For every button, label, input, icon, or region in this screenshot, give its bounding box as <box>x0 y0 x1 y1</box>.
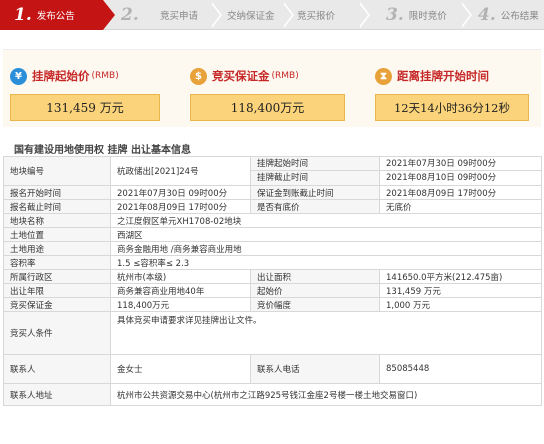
table-row: 报名开始时间 2021年07月30日 09时00分 保证金到账截止时间 2021… <box>3 185 542 200</box>
table-row: 竞买保证金 118,400万元 竞价幅度 1,000 万元 <box>3 297 542 312</box>
countdown-box: ⧗ 距离挂牌开始时间 12天14小时36分12秒 <box>375 67 529 121</box>
deposit-deadline-label: 保证金到账截止时间 <box>250 185 380 200</box>
step-number: 4. <box>478 5 496 25</box>
step-quote[interactable]: 竞买报价 <box>297 0 335 30</box>
table-row: 地块名称 之江度假区单元XH1708-02地块 <box>3 213 542 228</box>
apply-end-value: 2021年08月09日 17时00分 <box>110 199 251 214</box>
countdown-title: 距离挂牌开始时间 <box>397 69 489 83</box>
section-title: 国有建设用地使用权 挂牌 出让基本信息 <box>14 145 191 156</box>
listing-start-label: 挂牌起始时间 <box>251 158 379 171</box>
table-row: 所属行政区 杭州市(本级) 出让面积 141650.0平方米(212.475亩) <box>3 269 542 284</box>
reserve-label: 是否有底价 <box>250 199 380 214</box>
table-row: 联系人 金女士 联系人电话 85085448 <box>3 354 542 384</box>
step-separator <box>210 2 226 28</box>
money-bag-icon: $ <box>190 67 207 85</box>
start-price-cell: 131,459 万元 <box>379 283 542 298</box>
step-number: 2. <box>121 5 139 25</box>
district-label: 所属行政区 <box>3 269 111 284</box>
deposit-value: 118,400万元 <box>190 94 345 121</box>
step-result[interactable]: 4. 公布结果 <box>478 0 539 30</box>
term-label: 出让年限 <box>3 283 111 298</box>
start-price-box: ¥ 挂牌起始价 (RMB) 131,459 万元 <box>10 67 160 121</box>
parcel-no-label: 地块编号 <box>3 156 111 186</box>
countdown-value: 12天14小时36分12秒 <box>375 94 529 121</box>
step-label: 竞买报价 <box>297 11 336 22</box>
key-info-panel: ¥ 挂牌起始价 (RMB) 131,459 万元 $ 竞买保证金 (RMB) 1… <box>3 49 541 127</box>
reserve-value: 无底价 <box>379 199 542 214</box>
listing-start-value: 2021年07月30日 09时00分 <box>380 158 541 171</box>
deposit-cell: 118,400万元 <box>110 297 251 312</box>
table-row: 报名截止时间 2021年08月09日 17时00分 是否有底价 无底价 <box>3 199 542 214</box>
listing-time-labels: 挂牌起始时间 挂牌截止时间 <box>250 156 380 186</box>
step-label: 公布结果 <box>500 11 539 22</box>
deposit-unit: (RMB) <box>271 71 299 81</box>
location-value: 西湖区 <box>110 227 542 242</box>
start-price-title: 挂牌起始价 <box>32 69 90 83</box>
table-row: 出让年限 商务兼容商业用地40年 起始价 131,459 万元 <box>3 283 542 298</box>
active-step-arrow <box>103 0 115 30</box>
step-number: 3. <box>386 5 404 25</box>
address-label: 联系人地址 <box>3 383 111 406</box>
phone-value: 85085448 <box>379 354 542 384</box>
hourglass-icon: ⧗ <box>375 67 392 85</box>
deposit-title: 竞买保证金 <box>212 69 270 83</box>
apply-start-label: 报名开始时间 <box>3 185 111 200</box>
increment-label: 竞价幅度 <box>250 297 380 312</box>
step-bid-phase: 2. <box>121 0 144 30</box>
step-separator <box>460 2 476 28</box>
step-apply[interactable]: 竞买申请 <box>160 0 198 30</box>
far-value: 1.5 ≤容积率≤ 2.3 <box>110 255 542 270</box>
step-separator <box>358 2 374 28</box>
increment-value: 1,000 万元 <box>379 297 542 312</box>
step-bar: 1. 发布公告 2. 竞买申请 交纳保证金 竞买报价 3. 限时竞价 4. 公布… <box>0 0 544 30</box>
step-label: 竞买申请 <box>160 11 199 22</box>
step-number: 1. <box>14 5 32 25</box>
step-publish[interactable]: 1. 发布公告 <box>0 0 103 30</box>
parcel-name-label: 地块名称 <box>3 213 111 228</box>
parcel-name-value: 之江度假区单元XH1708-02地块 <box>110 213 542 228</box>
listing-end-label: 挂牌截止时间 <box>257 173 309 183</box>
coins-icon: ¥ <box>10 67 27 85</box>
condition-label: 竞买人条件 <box>3 311 111 355</box>
start-price-unit: (RMB) <box>91 71 119 81</box>
table-row: 联系人地址 杭州市公共资源交易中心(杭州市之江路925号钱江金座2号楼一楼土地交… <box>3 383 542 406</box>
area-label: 出让面积 <box>250 269 380 284</box>
condition-value: 具体竞买申请要求详见挂牌出让文件。 <box>110 311 542 355</box>
table-row: 竞买人条件 具体竞买申请要求详见挂牌出让文件。 <box>3 311 542 355</box>
apply-start-value: 2021年07月30日 09时00分 <box>110 185 251 200</box>
deposit-deadline-value: 2021年08月09日 17时00分 <box>379 185 542 200</box>
contact-value: 金女士 <box>110 354 251 384</box>
deposit-label: 竞买保证金 <box>3 297 111 312</box>
step-separator <box>282 2 298 28</box>
step-label: 限时竞价 <box>408 11 447 22</box>
land-use-label: 土地用途 <box>3 241 111 256</box>
listing-time-values: 2021年07月30日 09时00分 2021年08月10日 09时00分 <box>379 156 542 186</box>
phone-label: 联系人电话 <box>250 354 380 384</box>
contact-label: 联系人 <box>3 354 111 384</box>
district-value: 杭州市(本级) <box>110 269 251 284</box>
address-value: 杭州市公共资源交易中心(杭州市之江路925号钱江金座2号楼一楼土地交易窗口) <box>110 383 542 406</box>
table-row: 土地位置 西湖区 <box>3 227 542 242</box>
start-price-value: 131,459 万元 <box>10 94 160 121</box>
term-value: 商务兼容商业用地40年 <box>110 283 251 298</box>
table-row: 地块编号 杭政储出[2021]24号 挂牌起始时间 挂牌截止时间 2021年07… <box>3 156 542 186</box>
far-label: 容积率 <box>3 255 111 270</box>
area-value: 141650.0平方米(212.475亩) <box>379 269 542 284</box>
apply-end-label: 报名截止时间 <box>3 199 111 214</box>
parcel-info-table: 地块编号 杭政储出[2021]24号 挂牌起始时间 挂牌截止时间 2021年07… <box>3 156 542 406</box>
step-label: 交纳保证金 <box>227 11 275 22</box>
step-deposit[interactable]: 交纳保证金 <box>227 0 275 30</box>
table-row: 土地用途 商务金融用地 /商务兼容商业用地 <box>3 241 542 256</box>
step-label: 发布公告 <box>36 11 75 22</box>
listing-end-value: 2021年08月10日 09时00分 <box>386 173 497 183</box>
table-row: 容积率 1.5 ≤容积率≤ 2.3 <box>3 255 542 270</box>
land-use-value: 商务金融用地 /商务兼容商业用地 <box>110 241 542 256</box>
step-timed-bidding[interactable]: 3. 限时竞价 <box>386 0 447 30</box>
start-price-label: 起始价 <box>250 283 380 298</box>
location-label: 土地位置 <box>3 227 111 242</box>
parcel-no-value: 杭政储出[2021]24号 <box>110 156 251 186</box>
deposit-box: $ 竞买保证金 (RMB) 118,400万元 <box>190 67 345 121</box>
